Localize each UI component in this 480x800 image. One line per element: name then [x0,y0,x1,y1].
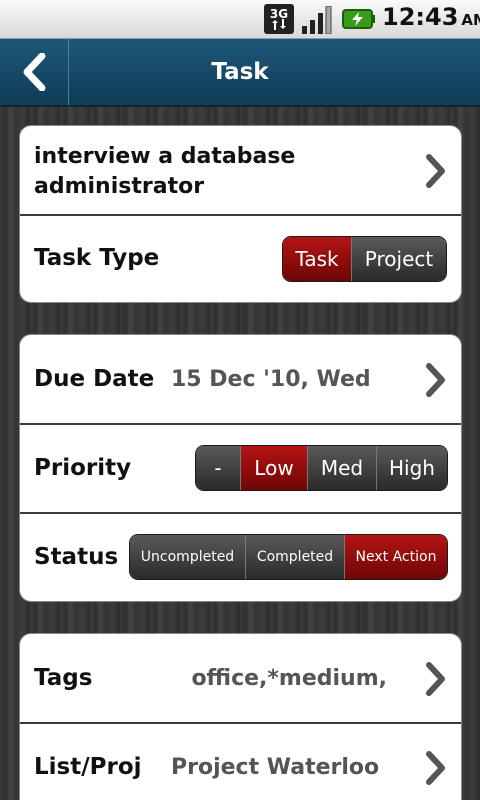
chevron-right-icon [426,154,445,188]
list-project-value: Project Waterloo [171,755,380,780]
chevron-right-icon [426,363,445,397]
chevron-right-icon [426,662,445,696]
list-project-label: List/Proj [34,754,142,780]
priority-label: Priority [34,455,132,481]
screen: 3G 12:43AM Task inter [0,0,480,800]
clock-time: 12:43 [382,3,459,31]
tags-row[interactable]: Tags office,*medium, [20,634,461,722]
task-name-row[interactable]: interview a database administrator [20,126,461,214]
network-3g-icon: 3G [264,4,294,34]
status-option-completed[interactable]: Completed [245,535,344,579]
signal-strength-icon [302,6,332,34]
network-type-label: 3G [270,7,288,21]
page-title: Task [211,59,269,85]
due-date-value: 15 Dec '10, Wed [171,367,371,392]
status-row: Status Uncompleted Completed Next Action [20,512,461,601]
priority-option-low[interactable]: Low [240,446,307,490]
status-label: Status [34,544,119,570]
priority-selector: - Low Med High [195,445,448,491]
task-type-option-project[interactable]: Project [351,237,446,281]
status-option-next-action[interactable]: Next Action [344,535,447,579]
battery-charging-icon [342,9,375,29]
priority-option-med[interactable]: Med [307,446,376,490]
priority-option-none[interactable]: - [196,446,240,490]
task-type-option-task[interactable]: Task [283,237,351,281]
status-option-uncompleted[interactable]: Uncompleted [130,535,245,579]
status-bar: 3G 12:43AM [0,0,480,39]
meta-card: Tags office,*medium, List/Proj Project W… [19,633,462,800]
status-selector: Uncompleted Completed Next Action [129,534,448,580]
chevron-right-icon [426,751,445,785]
task-card: interview a database administrator Task … [19,125,462,303]
task-type-selector: Task Project [282,236,447,282]
task-title: interview a database administrator [34,144,296,199]
tags-value: office,*medium, [191,666,387,691]
clock-ampm: AM [461,11,480,29]
priority-row: Priority - Low Med High [20,423,461,512]
priority-option-high[interactable]: High [376,446,447,490]
clock: 12:43AM [382,3,480,31]
tags-label: Tags [34,665,93,691]
due-date-row[interactable]: Due Date 15 Dec '10, Wed [20,335,461,423]
details-card: Due Date 15 Dec '10, Wed Priority - Low … [19,334,462,602]
task-type-label: Task Type [34,245,160,271]
due-date-label: Due Date [34,366,155,392]
title-bar: Task [0,39,480,107]
list-project-row[interactable]: List/Proj Project Waterloo [20,722,461,800]
task-type-row: Task Type Task Project [20,214,461,302]
